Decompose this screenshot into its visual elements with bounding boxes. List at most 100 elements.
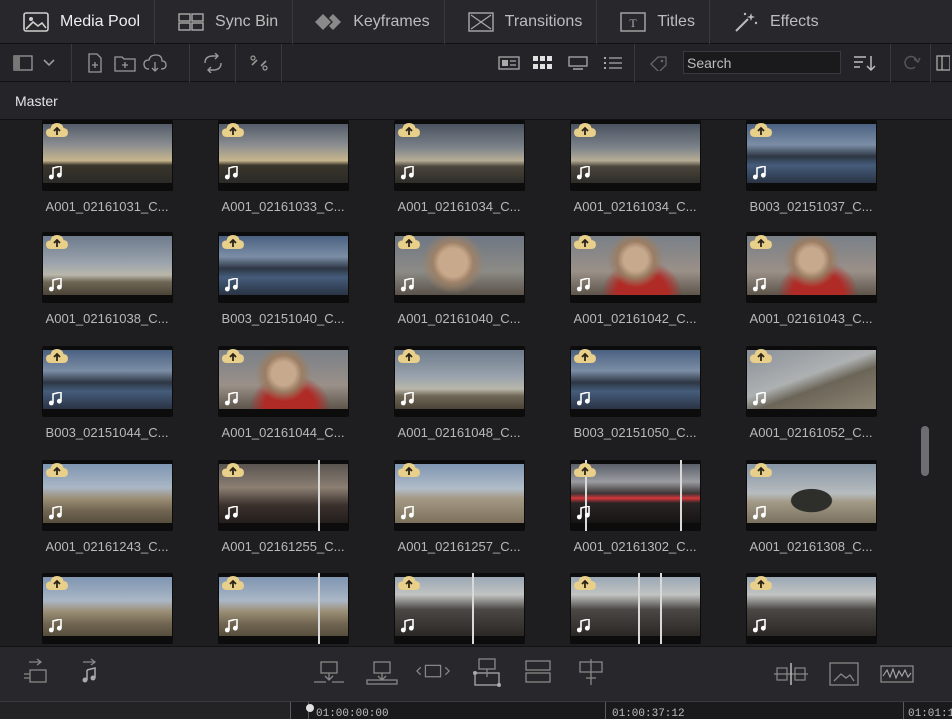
clip-thumbnail[interactable]: A001_02161255_C...: [208, 460, 358, 565]
clip-thumbnail[interactable]: A001_02161033_C...: [208, 120, 358, 225]
unlink-icon[interactable]: [244, 48, 273, 78]
audio-note-icon: [224, 617, 238, 633]
cloud-upload-icon: [398, 234, 420, 250]
clip-preview: [746, 573, 877, 644]
breadcrumb-master[interactable]: Master: [15, 93, 58, 109]
clip-thumbnail[interactable]: A001_02161243_C...: [32, 460, 182, 565]
media-pool-icon: [22, 11, 50, 33]
clip-thumbnail[interactable]: A001_02161031_C...: [32, 120, 182, 225]
in-out-marker: [680, 460, 682, 531]
clip-name: A001_02161044_C...: [221, 425, 345, 440]
clip-preview: [42, 232, 173, 303]
search-input[interactable]: [683, 51, 841, 74]
panel-layout-icon[interactable]: [934, 48, 952, 78]
clip-preview: [218, 460, 349, 531]
cloud-upload-icon: [750, 348, 772, 364]
toolbar-divider: [890, 44, 891, 82]
clip-preview: [42, 346, 173, 417]
sort-icon[interactable]: [850, 48, 880, 78]
clip-thumbnail[interactable]: A001_02161034_C...: [560, 120, 710, 225]
breadcrumb: Master: [0, 82, 952, 120]
clip-thumbnail[interactable]: [32, 573, 182, 646]
clip-thumbnail[interactable]: A001_02161038_C...: [32, 232, 182, 337]
clip-thumbnail[interactable]: B003_02151040_C...: [208, 232, 358, 337]
clip-thumbnail[interactable]: [208, 573, 358, 646]
thumbnail-view-icon[interactable]: [528, 48, 558, 78]
match-frame-icon[interactable]: [773, 659, 809, 689]
clip-name: A001_02161031_C...: [45, 199, 169, 214]
audio-note-icon: [224, 276, 238, 292]
ripple-overwrite-icon[interactable]: [573, 657, 609, 687]
clip-preview: [570, 460, 701, 531]
tab-keyframes[interactable]: Keyframes: [293, 0, 445, 44]
in-out-marker: [318, 460, 320, 531]
tag-icon[interactable]: [644, 48, 674, 78]
viewer-icon[interactable]: [826, 659, 862, 689]
list-view-icon[interactable]: [598, 48, 628, 78]
clip-thumbnail[interactable]: B003_02151037_C...: [736, 120, 886, 225]
clip-preview: [42, 573, 173, 644]
clip-thumbnail[interactable]: B003_02151044_C...: [32, 346, 182, 451]
clip-name: A001_02161038_C...: [45, 311, 169, 326]
timeline-header: [0, 702, 290, 719]
clip-thumbnail[interactable]: A001_02161308_C...: [736, 460, 886, 565]
cloud-upload-icon: [574, 575, 596, 591]
tab-media-pool[interactable]: Media Pool: [0, 0, 156, 44]
clip-thumbnail[interactable]: A001_02161040_C...: [384, 232, 534, 337]
filmstrip-view-icon[interactable]: [563, 48, 593, 78]
tab-effects[interactable]: Effects: [710, 0, 833, 44]
tab-titles[interactable]: T Titles: [597, 0, 710, 44]
clip-thumbnail[interactable]: A001_02161052_C...: [736, 346, 886, 451]
smart-insert-video-icon[interactable]: [18, 657, 54, 687]
audio-note-icon: [48, 617, 62, 633]
clip-name: A001_02161052_C...: [749, 425, 873, 440]
audio-waveform-icon[interactable]: [879, 659, 915, 689]
fit-to-fill-icon[interactable]: [469, 657, 505, 687]
place-on-top-icon[interactable]: [520, 657, 556, 687]
clip-name: A001_02161048_C...: [397, 425, 521, 440]
refresh-icon[interactable]: [896, 48, 926, 78]
cloud-upload-icon: [222, 122, 244, 138]
cloud-upload-icon: [750, 234, 772, 250]
import-media-icon[interactable]: [80, 48, 110, 78]
clip-thumbnail[interactable]: A001_02161043_C...: [736, 232, 886, 337]
relink-icon[interactable]: [198, 48, 227, 78]
tab-transitions[interactable]: Transitions: [445, 0, 598, 44]
clip-thumbnail[interactable]: A001_02161044_C...: [208, 346, 358, 451]
tab-label: Media Pool: [60, 12, 141, 30]
cloud-upload-icon: [750, 462, 772, 478]
tab-sync-bin[interactable]: Sync Bin: [155, 0, 294, 44]
clip-name: A001_02161040_C...: [397, 311, 521, 326]
cloud-sync-icon[interactable]: [140, 48, 170, 78]
metadata-view-icon[interactable]: [494, 48, 524, 78]
cloud-upload-icon: [222, 575, 244, 591]
titles-icon: T: [619, 11, 647, 33]
clip-thumbnail[interactable]: A001_02161042_C...: [560, 232, 710, 337]
clip-thumbnail[interactable]: A001_02161048_C...: [384, 346, 534, 451]
timeline-ruler[interactable]: 01:00:00:00 01:00:37:12 01:01:1: [0, 701, 952, 719]
replace-clip-icon[interactable]: [415, 657, 451, 687]
clip-preview: [746, 120, 877, 191]
grid-scrollbar[interactable]: [921, 426, 929, 476]
cloud-upload-icon: [46, 348, 68, 364]
in-out-marker: [318, 573, 320, 644]
audio-note-icon: [752, 276, 766, 292]
clip-thumbnail[interactable]: A001_02161034_C...: [384, 120, 534, 225]
smart-insert-audio-icon[interactable]: [70, 657, 106, 687]
clip-thumbnail[interactable]: [560, 573, 710, 646]
clip-thumbnail[interactable]: A001_02161302_C...: [560, 460, 710, 565]
playhead-handle[interactable]: [306, 704, 314, 712]
clip-thumbnail[interactable]: [736, 573, 886, 646]
clip-name: B003_02151040_C...: [221, 311, 345, 326]
clip-preview: [218, 232, 349, 303]
timecode-label: 01:01:1: [908, 708, 952, 719]
clip-preview: [218, 346, 349, 417]
clip-thumbnail[interactable]: B003_02151050_C...: [560, 346, 710, 451]
chevron-down-icon[interactable]: [38, 48, 60, 78]
clip-thumbnail[interactable]: A001_02161257_C...: [384, 460, 534, 565]
sidebar-toggle-icon[interactable]: [8, 48, 38, 78]
new-bin-icon[interactable]: [110, 48, 140, 78]
insert-clip-icon[interactable]: [311, 657, 347, 687]
overwrite-clip-icon[interactable]: [364, 657, 400, 687]
clip-thumbnail[interactable]: [384, 573, 534, 646]
